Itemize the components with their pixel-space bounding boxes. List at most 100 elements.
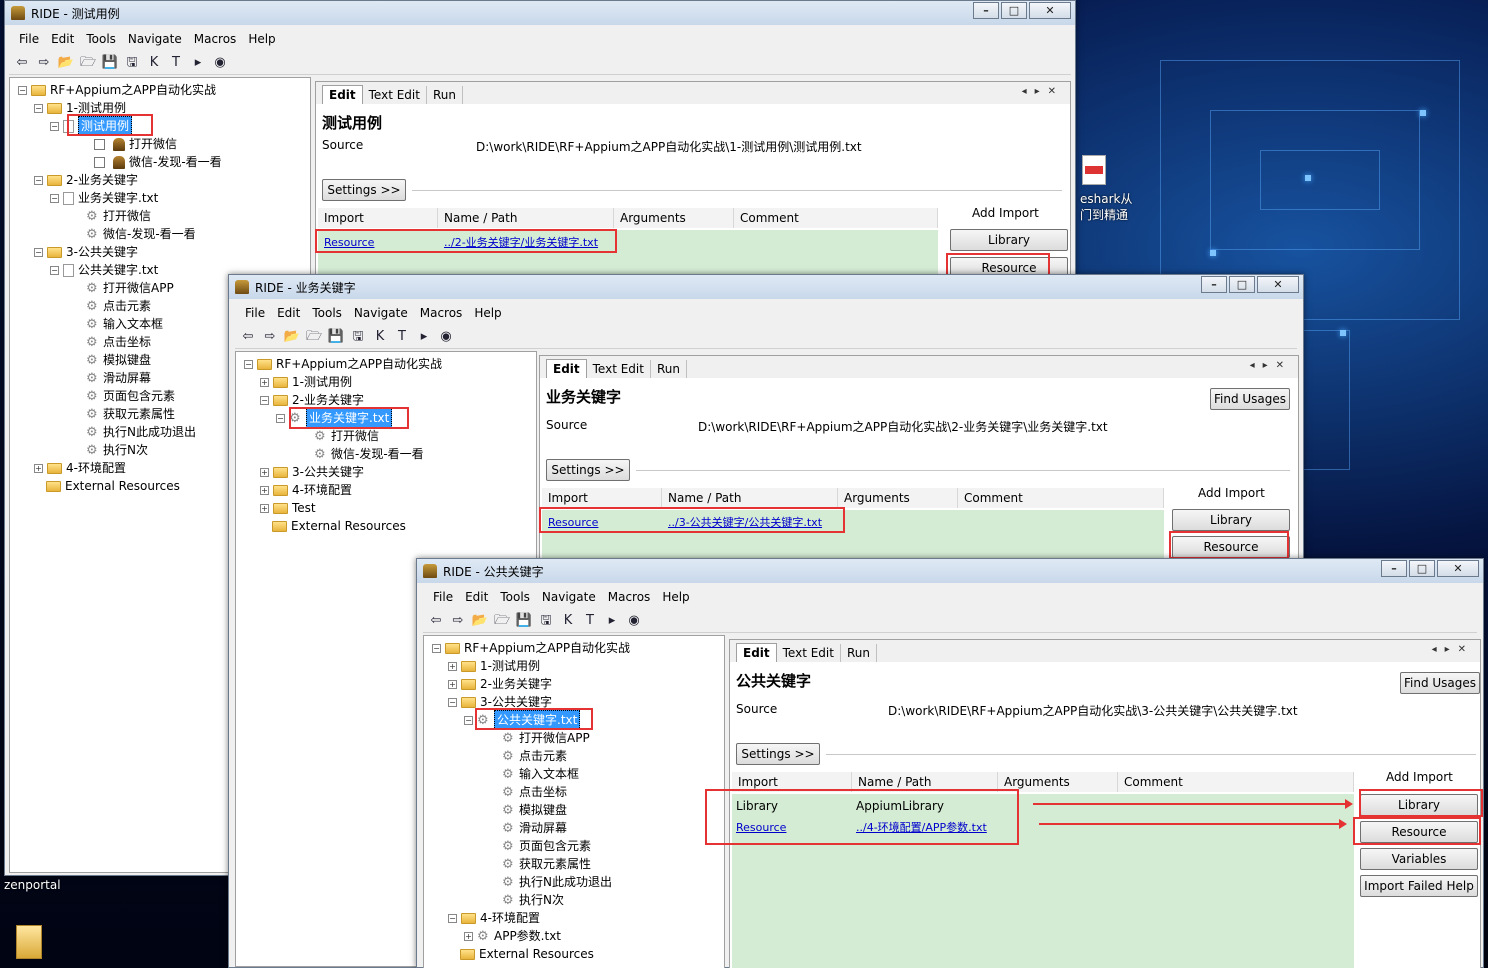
expand-icon[interactable]: + — [260, 467, 269, 477]
collapse-icon[interactable]: − — [464, 715, 473, 725]
tab-edit[interactable]: Edit — [546, 359, 587, 378]
collapse-icon[interactable]: − — [50, 121, 59, 131]
tab-edit[interactable]: Edit — [736, 643, 777, 662]
tree-node[interactable]: 1-测试用例 — [480, 657, 540, 675]
ride-window-common-keywords[interactable]: RIDE - 公共关键字 – □ ✕ File Edit Tools Navigat… — [416, 558, 1484, 968]
expand-icon[interactable]: + — [260, 377, 269, 387]
library-button[interactable]: Library — [1360, 794, 1478, 816]
menu-help[interactable]: Help — [656, 590, 695, 604]
tree-node[interactable]: 页面包含元素 — [103, 387, 175, 405]
menu-macros[interactable]: Macros — [188, 32, 243, 46]
tree-node[interactable]: 打开微信 — [129, 135, 177, 153]
find-usages-button[interactable]: Find Usages — [1210, 388, 1290, 410]
collapse-icon[interactable]: − — [448, 913, 457, 923]
import-row[interactable]: Library AppiumLibrary — [736, 796, 944, 816]
tree-node-selected[interactable]: 业务关键字.txt — [306, 408, 393, 428]
menu-file[interactable]: File — [427, 590, 459, 604]
forward-icon[interactable]: ⇨ — [449, 612, 467, 630]
menu-macros[interactable]: Macros — [602, 590, 657, 604]
menu-file[interactable]: File — [239, 306, 271, 320]
close-icon[interactable]: ✕ — [1257, 276, 1299, 293]
open-file-icon[interactable]: 🗁 — [305, 328, 323, 346]
open-directory-icon[interactable]: 📂 — [57, 54, 75, 72]
tree-node[interactable]: RF+Appium之APP自动化实战 — [50, 81, 216, 99]
tree-node[interactable]: 模拟键盘 — [519, 801, 567, 819]
tree-node[interactable]: RF+Appium之APP自动化实战 — [464, 639, 630, 657]
back-icon[interactable]: ⇦ — [239, 328, 257, 346]
collapse-icon[interactable]: − — [260, 395, 269, 405]
search-tests-icon[interactable]: T — [393, 328, 411, 346]
import-row[interactable]: Resource ../3-公共关键字/公共关键字.txt — [548, 512, 822, 532]
expand-icon[interactable]: + — [448, 679, 457, 689]
tree-node[interactable]: 模拟键盘 — [103, 351, 151, 369]
save-icon[interactable]: 💾 — [327, 328, 345, 346]
tree-node[interactable]: RF+Appium之APP自动化实战 — [276, 355, 442, 373]
minimize-icon[interactable]: – — [1201, 276, 1227, 293]
tree-node[interactable]: 输入文本框 — [519, 765, 579, 783]
collapse-icon[interactable]: − — [50, 193, 59, 203]
tree-node[interactable]: 3-公共关键字 — [66, 243, 138, 261]
run-icon[interactable]: ▸ — [603, 612, 621, 630]
import-path[interactable]: AppiumLibrary — [856, 799, 944, 813]
forward-icon[interactable]: ⇨ — [261, 328, 279, 346]
tab-nav-icons[interactable]: ◂▸✕ — [1022, 86, 1064, 97]
menu-edit[interactable]: Edit — [271, 306, 306, 320]
tab-run[interactable]: Run — [651, 360, 687, 378]
import-type-link[interactable]: Resource — [324, 236, 444, 249]
open-directory-icon[interactable]: 📂 — [283, 328, 301, 346]
minimize-icon[interactable]: – — [973, 2, 999, 19]
tree-node-selected[interactable]: 测试用例 — [78, 116, 133, 136]
tree-node[interactable]: 打开微信 — [103, 207, 151, 225]
import-type-link[interactable]: Resource — [736, 821, 856, 834]
tab-text-edit[interactable]: Text Edit — [587, 360, 651, 378]
tree-node[interactable]: 2-业务关键字 — [292, 391, 364, 409]
collapse-icon[interactable]: − — [448, 697, 457, 707]
menu-file[interactable]: File — [13, 32, 45, 46]
tree-node[interactable]: 4-环境配置 — [66, 459, 126, 477]
tab-run[interactable]: Run — [841, 644, 877, 662]
tree-node[interactable]: 微信-发现-看一看 — [331, 445, 424, 463]
collapse-icon[interactable]: − — [34, 175, 43, 185]
tree-node[interactable]: 执行N次 — [519, 891, 564, 909]
back-icon[interactable]: ⇦ — [427, 612, 445, 630]
import-row[interactable]: Resource ../2-业务关键字/业务关键字.txt — [324, 232, 598, 252]
test-checkbox[interactable] — [94, 156, 105, 168]
menu-help[interactable]: Help — [242, 32, 281, 46]
open-directory-icon[interactable]: 📂 — [471, 612, 489, 630]
save-all-icon[interactable]: 🖫 — [537, 612, 555, 630]
search-tests-icon[interactable]: T — [581, 612, 599, 630]
tree-node[interactable]: 点击坐标 — [519, 783, 567, 801]
back-icon[interactable]: ⇦ — [13, 54, 31, 72]
save-all-icon[interactable]: 🖫 — [123, 54, 141, 72]
settings-button[interactable]: Settings >> — [322, 179, 406, 201]
tree-node[interactable]: 滑动屏幕 — [519, 819, 567, 837]
run-icon[interactable]: ▸ — [415, 328, 433, 346]
tree-node[interactable]: 执行N此成功退出 — [103, 423, 196, 441]
desktop-icon-label[interactable]: 门到精通 — [1080, 206, 1128, 223]
expand-icon[interactable]: + — [464, 931, 473, 941]
tree-node[interactable]: 页面包含元素 — [519, 837, 591, 855]
tree-node[interactable]: 输入文本框 — [103, 315, 163, 333]
open-file-icon[interactable]: 🗁 — [493, 612, 511, 630]
tree-node-selected[interactable]: 公共关键字.txt — [494, 710, 581, 730]
save-all-icon[interactable]: 🖫 — [349, 328, 367, 346]
minimize-icon[interactable]: – — [1381, 560, 1407, 577]
import-row[interactable]: Resource ../4-环境配置/APP参数.txt — [736, 817, 987, 837]
tree-node[interactable]: APP参数.txt — [494, 927, 561, 945]
tab-nav-icons[interactable]: ◂▸✕ — [1432, 644, 1474, 655]
menu-edit[interactable]: Edit — [459, 590, 494, 604]
tree-node[interactable]: 执行N次 — [103, 441, 148, 459]
stop-icon[interactable]: ◉ — [437, 328, 455, 346]
tree-node[interactable]: 2-业务关键字 — [480, 675, 552, 693]
tree-node[interactable]: 执行N此成功退出 — [519, 873, 612, 891]
tree-node[interactable]: 微信-发现-看一看 — [103, 225, 196, 243]
maximize-icon[interactable]: □ — [1001, 2, 1027, 19]
tab-text-edit[interactable]: Text Edit — [777, 644, 841, 662]
import-path-link[interactable]: ../2-业务关键字/业务关键字.txt — [444, 234, 598, 250]
collapse-icon[interactable]: − — [34, 103, 43, 113]
tab-nav-icons[interactable]: ◂▸✕ — [1250, 360, 1292, 371]
tree-node[interactable]: External Resources — [65, 477, 180, 495]
menu-navigate[interactable]: Navigate — [348, 306, 414, 320]
tree-node[interactable]: 点击坐标 — [103, 333, 151, 351]
project-tree[interactable]: − RF+Appium之APP自动化实战 +1-测试用例 +2-业务关键字 −3-… — [423, 635, 725, 968]
